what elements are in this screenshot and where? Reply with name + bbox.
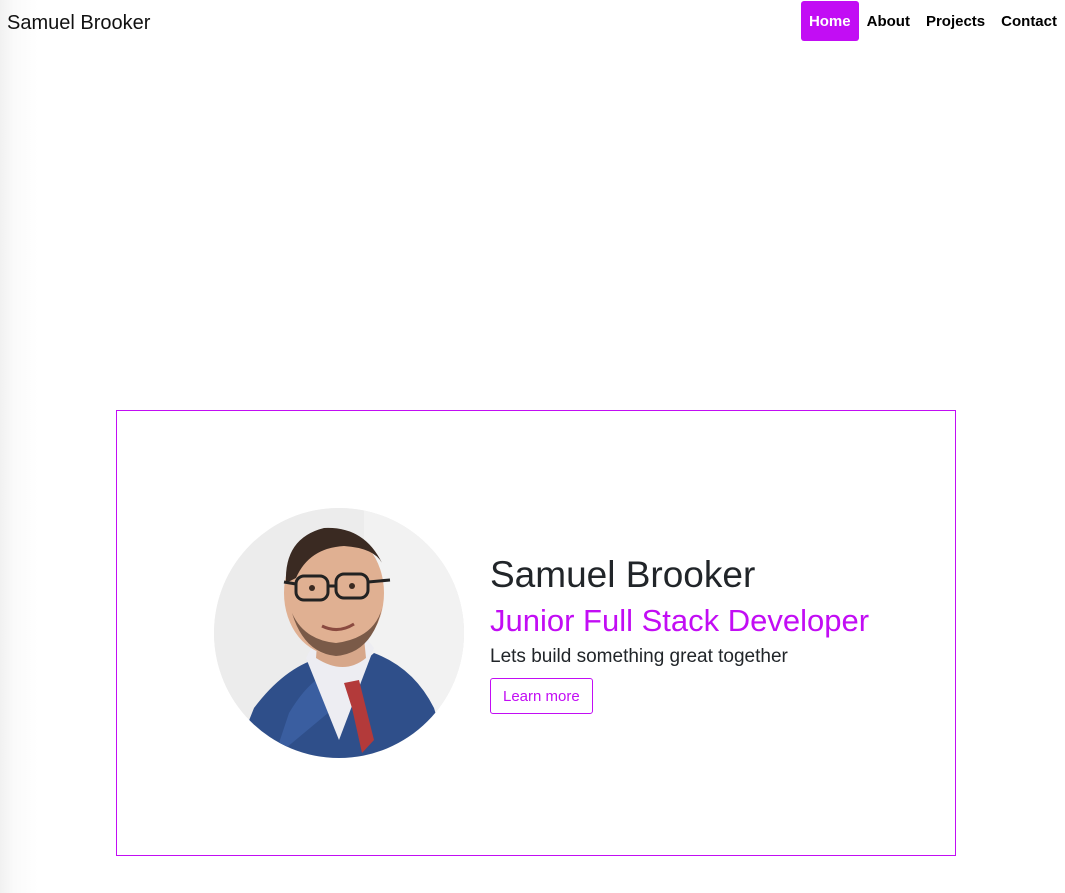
- hero-role: Junior Full Stack Developer: [490, 603, 870, 638]
- profile-avatar: [214, 508, 464, 758]
- nav-link-projects[interactable]: Projects: [918, 1, 993, 41]
- nav-link-about[interactable]: About: [859, 1, 918, 41]
- profile-photo-icon: [214, 508, 464, 758]
- hero-name: Samuel Brooker: [490, 554, 756, 595]
- nav-link-home[interactable]: Home: [800, 1, 859, 41]
- hero-card: Samuel Brooker Junior Full Stack Develop…: [116, 410, 956, 856]
- nav-link-contact[interactable]: Contact: [993, 1, 1065, 41]
- learn-more-button[interactable]: Learn more: [490, 678, 593, 714]
- hero-tagline: Lets build something great together: [490, 646, 788, 667]
- brand-link[interactable]: Samuel Brooker: [7, 10, 150, 36]
- hero-text: Samuel Brooker Junior Full Stack Develop…: [490, 552, 869, 714]
- navbar: Samuel Brooker Home About Projects Conta…: [0, 0, 1065, 44]
- nav-links: Home About Projects Contact: [800, 1, 1065, 41]
